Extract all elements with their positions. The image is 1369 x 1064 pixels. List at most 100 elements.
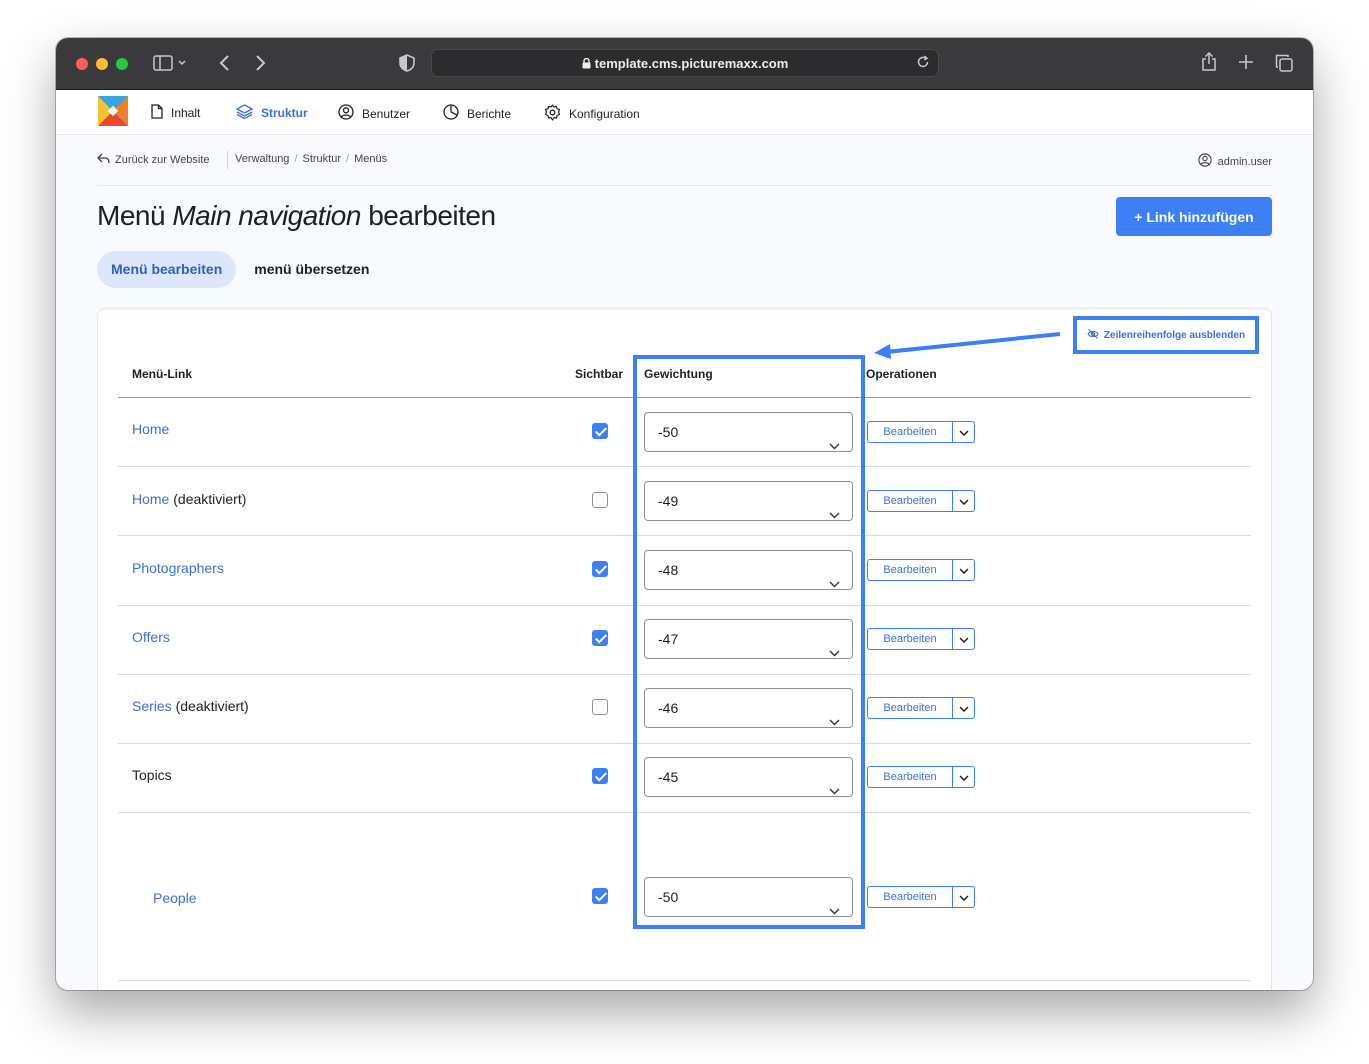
- zoom-window-button[interactable]: [116, 58, 128, 70]
- annotation-arrow: [874, 332, 1061, 359]
- edit-button[interactable]: Bearbeiten: [867, 628, 953, 650]
- edit-button[interactable]: Bearbeiten: [867, 421, 953, 443]
- menu-link-home[interactable]: Home: [132, 421, 169, 437]
- menu-link-home-disabled[interactable]: Home (deaktiviert): [132, 491, 246, 507]
- visible-checkbox[interactable]: [592, 492, 608, 508]
- row-divider: [118, 980, 1251, 981]
- breadcrumb-item[interactable]: Verwaltung: [235, 153, 289, 165]
- menu-link-topics[interactable]: Topics: [132, 767, 172, 783]
- row-divider: [118, 674, 1251, 675]
- edit-button[interactable]: Bearbeiten: [867, 559, 953, 581]
- pie-chart-icon: [443, 104, 459, 123]
- operations-dropdown-toggle[interactable]: [953, 766, 975, 788]
- nav-item-struktur[interactable]: Struktur: [235, 104, 308, 122]
- link-label[interactable]: Home: [132, 491, 169, 507]
- weight-select[interactable]: -50: [644, 412, 853, 452]
- operations-dropdown-toggle[interactable]: [953, 490, 975, 512]
- minimize-window-button[interactable]: [96, 58, 108, 70]
- forward-arrow-icon[interactable]: [253, 54, 267, 77]
- menu-link-offers[interactable]: Offers: [132, 629, 170, 645]
- visible-checkbox[interactable]: [592, 699, 608, 715]
- toggle-row-order-label: Zeilenreihenfolge ausblenden: [1103, 329, 1246, 341]
- app-navigation: Inhalt Struktur Benutzer Berichte Konfig…: [56, 90, 1313, 135]
- edit-button[interactable]: Bearbeiten: [867, 490, 953, 512]
- column-header-weight: Gewichtung: [644, 367, 713, 381]
- chevron-down-icon: [829, 633, 840, 671]
- nav-item-benutzer[interactable]: Benutzer: [338, 104, 410, 123]
- menu-link-series-disabled[interactable]: Series (deaktiviert): [132, 698, 249, 714]
- back-arrow-icon[interactable]: [218, 54, 232, 77]
- nav-item-berichte[interactable]: Berichte: [443, 104, 511, 123]
- privacy-shield-icon[interactable]: [399, 54, 415, 77]
- breadcrumb-trail: Verwaltung / Struktur / Menüs: [235, 153, 388, 165]
- chevron-down-icon: [958, 699, 969, 717]
- weight-select[interactable]: -50: [644, 877, 853, 917]
- nav-label: Inhalt: [171, 106, 201, 120]
- weight-value: -47: [658, 631, 679, 647]
- menu-link-people[interactable]: People: [153, 890, 197, 906]
- operations-dropdown-toggle[interactable]: [953, 628, 975, 650]
- app-logo[interactable]: [98, 96, 128, 126]
- address-bar[interactable]: template.cms.picturemaxx.com: [431, 49, 939, 77]
- nav-item-konfiguration[interactable]: Konfiguration: [544, 104, 640, 124]
- link-label[interactable]: Photographers: [132, 560, 224, 576]
- visible-checkbox[interactable]: [592, 768, 608, 784]
- link-label[interactable]: Offers: [132, 629, 170, 645]
- menu-link-photographers[interactable]: Photographers: [132, 560, 224, 576]
- operations-button-group: Bearbeiten: [867, 490, 975, 512]
- weight-select[interactable]: -46: [644, 688, 853, 728]
- operations-button-group: Bearbeiten: [867, 886, 975, 908]
- close-window-button[interactable]: [76, 58, 88, 70]
- browser-window: template.cms.picturemaxx.com Inhalt Stru…: [56, 38, 1313, 990]
- link-label[interactable]: People: [153, 890, 197, 906]
- nav-item-inhalt[interactable]: Inhalt: [151, 104, 200, 122]
- link-label[interactable]: Home: [132, 421, 169, 437]
- breadcrumb-item[interactable]: Struktur: [303, 153, 342, 165]
- user-menu[interactable]: admin.user: [1197, 153, 1272, 170]
- operations-dropdown-toggle[interactable]: [953, 697, 975, 719]
- chevron-down-icon: [958, 492, 969, 510]
- edit-button[interactable]: Bearbeiten: [867, 697, 953, 719]
- weight-value: -50: [658, 889, 679, 905]
- tab-overview-icon[interactable]: [1275, 54, 1293, 77]
- visible-checkbox[interactable]: [592, 423, 608, 439]
- back-to-website-link[interactable]: Zurück zur Website: [97, 153, 210, 167]
- link-label[interactable]: Topics: [132, 767, 172, 783]
- toggle-row-order-button[interactable]: Zeilenreihenfolge ausblenden: [1073, 316, 1259, 354]
- row-divider: [118, 466, 1251, 467]
- chevron-down-icon: [829, 495, 840, 533]
- visible-checkbox[interactable]: [592, 561, 608, 577]
- reload-icon[interactable]: [916, 55, 930, 74]
- sidebar-toggle-icon[interactable]: [153, 54, 187, 77]
- visible-checkbox[interactable]: [592, 630, 608, 646]
- weight-select[interactable]: -47: [644, 619, 853, 659]
- weight-select[interactable]: -48: [644, 550, 853, 590]
- title-prefix: Menü: [97, 200, 166, 231]
- operations-button-group: Bearbeiten: [867, 421, 975, 443]
- operations-button-group: Bearbeiten: [867, 628, 975, 650]
- breadcrumb-item[interactable]: Menüs: [354, 153, 387, 165]
- edit-button[interactable]: Bearbeiten: [867, 886, 953, 908]
- eye-slash-icon: [1087, 328, 1099, 342]
- edit-button[interactable]: Bearbeiten: [867, 766, 953, 788]
- new-tab-icon[interactable]: [1238, 54, 1254, 75]
- tab-translate-menu[interactable]: menü übersetzen: [240, 251, 383, 288]
- disabled-suffix: (deaktiviert): [173, 491, 247, 507]
- share-icon[interactable]: [1201, 51, 1217, 77]
- nav-label: Konfiguration: [569, 107, 640, 121]
- operations-dropdown-toggle[interactable]: [953, 559, 975, 581]
- link-label[interactable]: Series: [132, 698, 172, 714]
- layers-icon: [235, 104, 254, 122]
- return-arrow-icon: [97, 153, 110, 167]
- weight-value: -48: [658, 562, 679, 578]
- weight-value: -50: [658, 424, 679, 440]
- weight-select[interactable]: -45: [644, 757, 853, 797]
- weight-select[interactable]: -49: [644, 481, 853, 521]
- add-link-button[interactable]: + Link hinzufügen: [1116, 197, 1272, 236]
- tab-edit-menu[interactable]: Menü bearbeiten: [97, 251, 237, 288]
- page-title: Menü Main navigation bearbeiten: [97, 200, 496, 232]
- visible-checkbox[interactable]: [592, 888, 608, 904]
- operations-dropdown-toggle[interactable]: [953, 886, 975, 908]
- chevron-down-icon: [829, 771, 840, 809]
- operations-dropdown-toggle[interactable]: [953, 421, 975, 443]
